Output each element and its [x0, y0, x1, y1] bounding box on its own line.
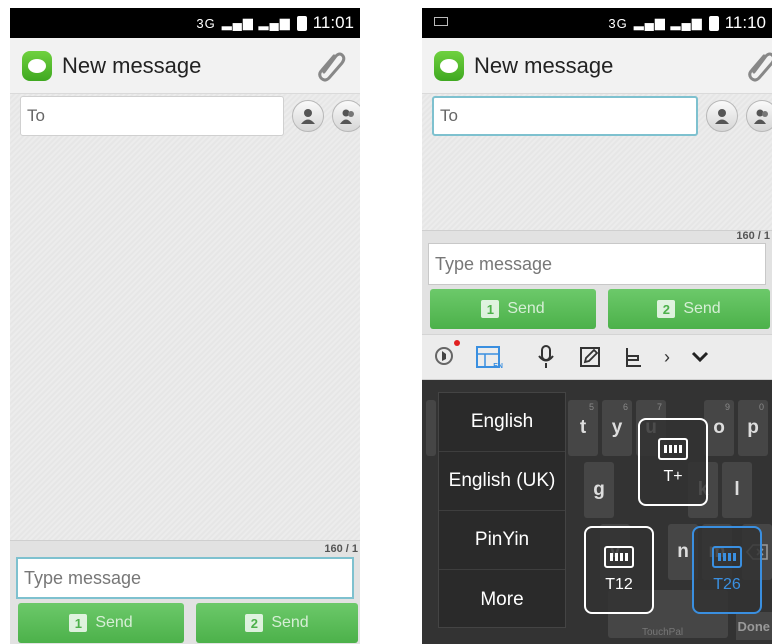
send-sim1-button[interactable]: 1 Send: [18, 603, 184, 643]
language-option-more[interactable]: More: [439, 570, 565, 629]
layout-option-t26[interactable]: T26: [692, 526, 762, 614]
compose-panel: 160 / 1 Type message 1 Send 2 Send: [422, 230, 772, 334]
language-option-english-uk[interactable]: English (UK): [439, 452, 565, 511]
layout-option-tplus[interactable]: T+: [638, 418, 708, 506]
sim2-icon: 2: [245, 614, 264, 632]
group-icon: [340, 109, 354, 124]
send-label: Send: [683, 300, 721, 317]
hand-pointer-icon: [435, 347, 453, 365]
microphone-icon: [538, 345, 554, 368]
person-icon: [301, 109, 315, 124]
message-placeholder: Type message: [24, 567, 142, 588]
person-icon: [715, 109, 729, 124]
phone-screen-left: 3G ▂▄▆ ▂▄▆ 11:01 New message To 160 / 1 …: [10, 8, 360, 644]
language-badge: EN: [493, 363, 503, 370]
gesture-button[interactable]: [422, 334, 466, 380]
sim1-icon: 1: [69, 614, 88, 632]
notification-dot: [454, 340, 460, 346]
title-bar: New message: [422, 38, 772, 94]
clock: 11:01: [312, 13, 354, 32]
battery-icon: [296, 15, 307, 31]
key-edge[interactable]: [426, 400, 436, 456]
title-bar: New message: [10, 38, 360, 94]
recipient-placeholder: To: [27, 106, 45, 125]
language-switch-button[interactable]: EN: [466, 334, 510, 380]
battery-icon: [708, 15, 719, 31]
collapse-keyboard-button[interactable]: [678, 334, 722, 380]
page-title: New message: [62, 52, 202, 78]
add-group-button[interactable]: [746, 100, 772, 132]
key-l[interactable]: l: [722, 462, 752, 518]
voice-input-button[interactable]: [524, 334, 568, 380]
group-icon: [754, 109, 768, 124]
add-contact-button[interactable]: [706, 100, 738, 132]
key-y[interactable]: 6y: [602, 400, 632, 456]
layout-option-t12[interactable]: T12: [584, 526, 654, 614]
send-sim2-button[interactable]: 2 Send: [608, 289, 770, 329]
page-title: New message: [474, 52, 614, 78]
done-key[interactable]: Done: [736, 612, 772, 640]
layout-label: T+: [663, 468, 683, 485]
ime-toolbar: EN ›: [422, 334, 772, 380]
language-menu: English English (UK) PinYin More: [438, 392, 566, 628]
messaging-app-icon: [22, 50, 52, 81]
paperclip-icon[interactable]: [316, 50, 346, 82]
send-label: Send: [271, 614, 309, 631]
pencil-icon: [580, 347, 600, 367]
status-bar: 3G ▂▄▆ ▂▄▆ 11:10: [422, 8, 772, 38]
add-group-button[interactable]: [332, 100, 360, 132]
toolbar-more-button[interactable]: ›: [656, 334, 678, 380]
recipient-placeholder: To: [440, 106, 458, 125]
keyboard-icon: [712, 546, 742, 568]
send-sim1-button[interactable]: 1 Send: [430, 289, 596, 329]
layout-label: T26: [713, 576, 741, 593]
send-label: Send: [507, 300, 545, 317]
signal-bars-icon: ▂▄▆ ▂▄▆: [633, 15, 703, 30]
keyboard-icon: [658, 438, 688, 460]
char-counter: 160 / 1: [324, 543, 358, 555]
key-p[interactable]: 0p: [738, 400, 768, 456]
compose-panel: 160 / 1 Type message 1 Send 2 Send: [10, 540, 360, 644]
language-option-english[interactable]: English: [439, 393, 565, 452]
key-g[interactable]: g: [584, 462, 614, 518]
key-o[interactable]: 9o: [704, 400, 734, 456]
clock: 11:10: [724, 13, 766, 32]
keyboard-notification-icon: [434, 17, 448, 26]
signal-icon: 3G: [196, 15, 216, 31]
message-placeholder: Type message: [435, 253, 553, 274]
send-sim2-button[interactable]: 2 Send: [196, 603, 358, 643]
key-t[interactable]: 5t: [568, 400, 598, 456]
keyboard-icon: [604, 546, 634, 568]
handwriting-button[interactable]: [568, 334, 612, 380]
send-label: Send: [95, 614, 133, 631]
status-bar: 3G ▂▄▆ ▂▄▆ 11:01: [10, 8, 360, 38]
message-input[interactable]: Type message: [428, 243, 766, 285]
conversation-area: [10, 94, 360, 540]
recipient-input[interactable]: To: [20, 96, 284, 136]
layout-label: T12: [605, 576, 633, 593]
cursor-edit-icon: [626, 348, 641, 367]
add-contact-button[interactable]: [292, 100, 324, 132]
sim2-icon: 2: [657, 300, 676, 318]
signal-bars-icon: ▂▄▆ ▂▄▆: [221, 15, 291, 30]
language-option-pinyin[interactable]: PinYin: [439, 511, 565, 570]
char-counter: 160 / 1: [736, 230, 770, 242]
ime-brand-label: TouchPal: [642, 627, 684, 638]
phone-screen-right: 3G ▂▄▆ ▂▄▆ 11:10 New message To 160 / 1 …: [422, 8, 772, 644]
recipient-input[interactable]: To: [432, 96, 698, 136]
message-input[interactable]: Type message: [16, 557, 354, 599]
paperclip-icon[interactable]: [746, 50, 772, 82]
edit-tools-button[interactable]: [612, 334, 656, 380]
sim1-icon: 1: [481, 300, 500, 318]
signal-icon: 3G: [608, 15, 628, 31]
chevron-down-icon: [691, 351, 709, 363]
messaging-app-icon: [434, 50, 464, 81]
